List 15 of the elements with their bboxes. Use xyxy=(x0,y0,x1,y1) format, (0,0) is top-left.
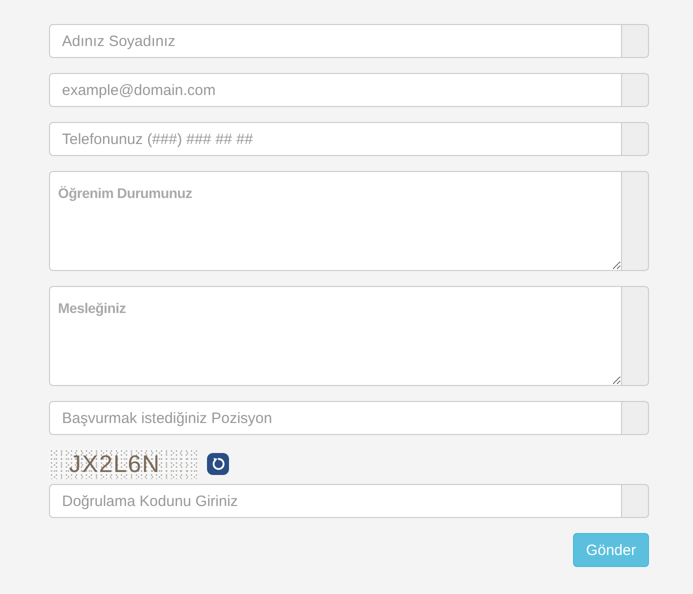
submit-button[interactable]: Gönder xyxy=(572,533,649,567)
input-field[interactable]: example@domain.com xyxy=(49,73,622,107)
input-field[interactable]: Adınız Soyadınız xyxy=(49,24,622,58)
input-field[interactable]: Telefonunuz (###) ### ## ## xyxy=(49,122,622,156)
input-field[interactable]: Başvurmak istediğiniz Pozisyon xyxy=(49,401,622,435)
field-addon xyxy=(622,401,649,435)
field-addon xyxy=(622,122,649,156)
field-addon xyxy=(622,73,649,107)
refresh-icon[interactable] xyxy=(207,453,229,475)
text-area[interactable]: Mesleğiniz xyxy=(49,286,622,386)
field-addon xyxy=(622,484,649,518)
captcha-code: JX2L6N xyxy=(69,451,160,479)
text-area[interactable]: Öğrenim Durumunuz xyxy=(49,171,622,271)
field-addon xyxy=(622,24,649,58)
input-field[interactable]: Doğrulama Kodunu Giriniz xyxy=(49,484,622,518)
